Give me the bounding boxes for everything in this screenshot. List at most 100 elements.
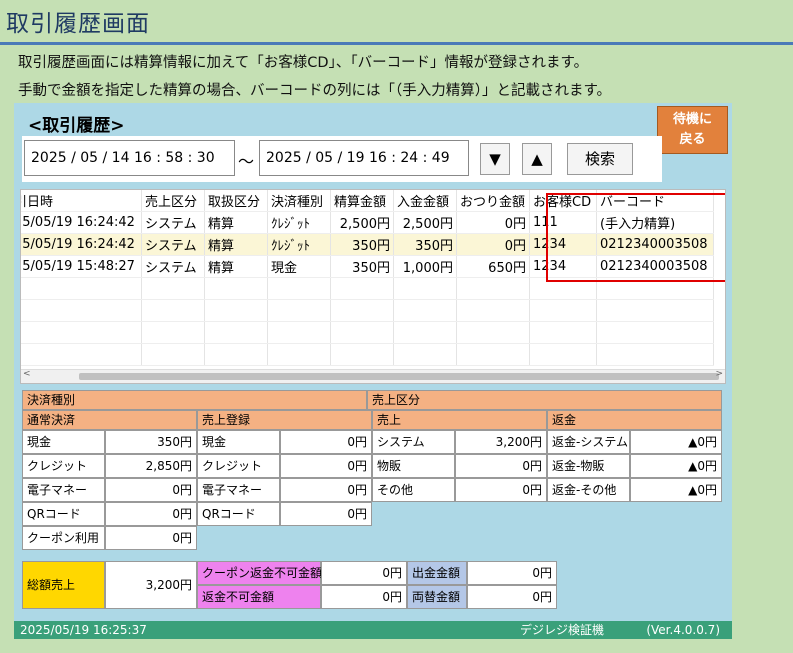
reg-label: 電子マネー	[197, 478, 280, 502]
col-header-deposit-amount: 入金金額	[393, 190, 457, 212]
cell-sales-category: システム	[141, 211, 205, 234]
cell-settle-amount: 2,500円	[330, 211, 394, 234]
cell-sales-category: システム	[141, 233, 205, 256]
total-sales-value: 3,200円	[105, 561, 197, 609]
reg-value: 0円	[280, 502, 372, 526]
normal-label: クーポン利用	[22, 526, 105, 550]
normal-label: 現金	[22, 430, 105, 454]
cell-handling-category: 精算	[204, 255, 268, 278]
refund-value: ▲0円	[630, 430, 722, 454]
cell-payment-type: ｸﾚｼﾞｯﾄ	[267, 211, 331, 234]
scroll-left-icon[interactable]: <	[23, 369, 31, 379]
coupon-nonrefundable-label: クーポン返金不可金額	[197, 561, 322, 585]
date-range-separator: 〜	[238, 152, 255, 171]
cell-handling-category: 精算	[204, 211, 268, 234]
cell-deposit-amount: 1,000円	[393, 255, 457, 278]
sales-header: 売上	[372, 410, 547, 430]
search-button[interactable]: 検索	[567, 143, 633, 175]
reg-label: QRコード	[197, 502, 280, 526]
exchange-value: 0円	[467, 585, 557, 609]
reg-value: 0円	[280, 430, 372, 454]
down-arrow-button[interactable]: ▼	[480, 143, 510, 175]
status-datetime: 2025/05/19 16:25:37	[20, 623, 147, 637]
date-to-field[interactable]: 2025 / 05 / 19 16 : 24 : 49	[259, 140, 469, 176]
reg-value: 0円	[280, 478, 372, 502]
reg-value: 0円	[280, 454, 372, 478]
date-from-field[interactable]: 2025 / 05 / 14 16 : 58 : 30	[24, 140, 235, 176]
status-bar: 2025/05/19 16:25:37 デジレジ検証機 (Ver.4.0.0.7…	[14, 621, 732, 639]
sales-label: その他	[372, 478, 455, 502]
description-line-1: 取引履歴画面には精算情報に加えて「お客様CD」、「バーコード」情報が登録されます…	[18, 55, 589, 71]
col-header-settle-amount: 精算金額	[330, 190, 394, 212]
cell-sales-category: システム	[141, 255, 205, 278]
sales-label: 物販	[372, 454, 455, 478]
normal-value: 0円	[105, 478, 197, 502]
sales-value: 0円	[455, 478, 547, 502]
cell-payment-type: 現金	[267, 255, 331, 278]
col-header-handling-category: 取扱区分	[204, 190, 268, 212]
reg-label: 現金	[197, 430, 280, 454]
normal-payment-header: 通常決済	[22, 410, 197, 430]
table-row-empty	[21, 343, 714, 366]
sales-label: システム	[372, 430, 455, 454]
normal-label: QRコード	[22, 502, 105, 526]
window-title: <取引履歴>	[28, 116, 125, 136]
normal-value: 350円	[105, 430, 197, 454]
description-line-2: 手動で金額を指定した精算の場合、バーコードの列には「（手入力精算）」と記載されま…	[18, 83, 612, 99]
sales-registration-header: 売上登録	[197, 410, 372, 430]
reg-label: クレジット	[197, 454, 280, 478]
table-row-empty	[21, 299, 714, 322]
refund-value: ▲0円	[630, 454, 722, 478]
nonrefundable-label: 返金不可金額	[197, 585, 321, 609]
cell-settle-amount: 350円	[330, 255, 394, 278]
normal-value: 2,850円	[105, 454, 197, 478]
withdrawal-label: 出金金額	[407, 561, 467, 585]
up-arrow-button[interactable]: ▲	[522, 143, 552, 175]
col-header-change-amount: おつり金額	[456, 190, 530, 212]
page-title: 取引履歴画面	[6, 11, 150, 37]
cell-change-amount: 650円	[456, 255, 530, 278]
cell-payment-type: ｸﾚｼﾞｯﾄ	[267, 233, 331, 256]
col-header-sales-category: 売上区分	[141, 190, 205, 212]
sales-category-header: 売上区分	[367, 390, 722, 410]
normal-label: クレジット	[22, 454, 105, 478]
refund-header: 返金	[547, 410, 722, 430]
cell-change-amount: 0円	[456, 211, 530, 234]
normal-value: 0円	[105, 502, 197, 526]
sales-value: 0円	[455, 454, 547, 478]
transaction-grid[interactable]: 引日時 売上区分 取扱区分 決済種別 精算金額 入金金額 おつり金額 お客様CD…	[20, 189, 726, 384]
sales-value: 3,200円	[455, 430, 547, 454]
cell-settle-amount: 350円	[330, 233, 394, 256]
highlight-box	[546, 193, 725, 282]
cell-datetime: 25/05/19 15:48:27	[21, 255, 142, 278]
title-rule	[0, 42, 793, 45]
cell-deposit-amount: 2,500円	[393, 211, 457, 234]
table-row-empty	[21, 321, 714, 344]
col-header-datetime: 引日時	[21, 190, 142, 212]
status-app-name: デジレジ検証機	[520, 623, 605, 637]
status-version: (Ver.4.0.0.7)	[646, 623, 720, 637]
horizontal-scrollbar[interactable]: < >	[21, 369, 725, 383]
total-sales-label: 総額売上	[22, 561, 105, 609]
cell-datetime: 25/05/19 16:24:42	[21, 211, 142, 234]
scroll-right-icon[interactable]: >	[715, 369, 723, 379]
scrollbar-thumb[interactable]	[79, 373, 719, 380]
withdrawal-value: 0円	[467, 561, 557, 585]
transaction-history-window: <取引履歴> 待機に 戻る 2025 / 05 / 14 16 : 58 : 3…	[14, 103, 732, 639]
cell-handling-category: 精算	[204, 233, 268, 256]
refund-label: 返金-システム	[547, 430, 630, 454]
col-header-payment-type: 決済種別	[267, 190, 331, 212]
refund-value: ▲0円	[630, 478, 722, 502]
refund-label: 返金-その他	[547, 478, 630, 502]
coupon-nonrefundable-value: 0円	[321, 561, 407, 585]
normal-label: 電子マネー	[22, 478, 105, 502]
normal-value: 0円	[105, 526, 197, 550]
return-to-standby-button[interactable]: 待機に 戻る	[657, 106, 728, 154]
cell-datetime: 25/05/19 16:24:42	[21, 233, 142, 256]
payment-type-header: 決済種別	[22, 390, 367, 410]
refund-label: 返金-物販	[547, 454, 630, 478]
nonrefundable-value: 0円	[321, 585, 407, 609]
cell-change-amount: 0円	[456, 233, 530, 256]
exchange-label: 両替金額	[407, 585, 467, 609]
cell-deposit-amount: 350円	[393, 233, 457, 256]
